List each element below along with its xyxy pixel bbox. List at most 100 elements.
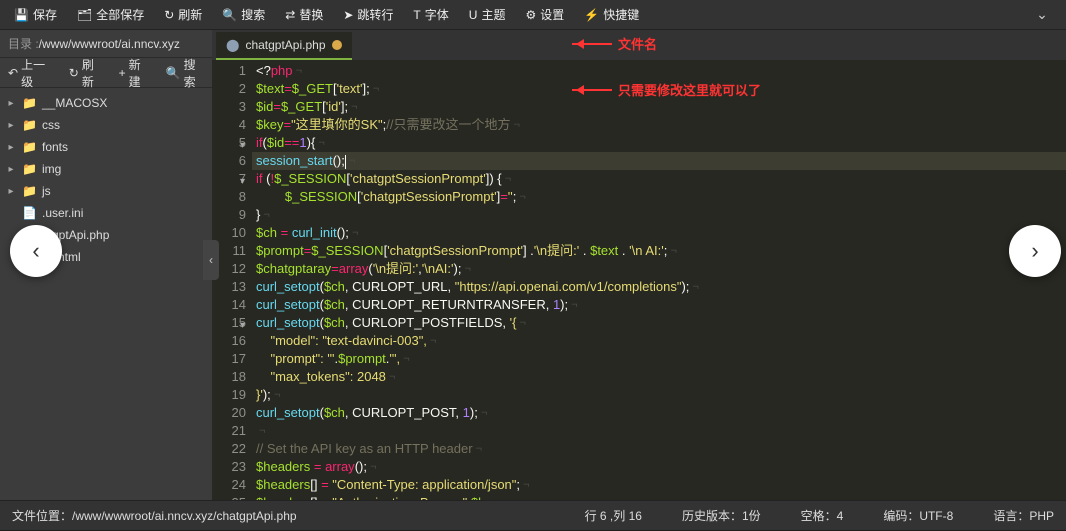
font-button[interactable]: T字体 [403, 0, 458, 30]
code-line[interactable]: $key="这里填你的SK";//只需要改这一个地方 ¬ [252, 116, 1066, 134]
file-item[interactable]: 📄 .user.ini [0, 202, 212, 224]
arrow-left-icon [572, 89, 612, 91]
modified-indicator-icon [332, 40, 342, 50]
save-button[interactable]: 💾保存 [4, 0, 67, 30]
annotation-filename-text: 文件名 [618, 34, 657, 53]
shortcut-button[interactable]: ⚡快捷键 [574, 0, 649, 30]
tree-item-label: img [42, 162, 61, 176]
replace-label: 替换 [299, 6, 323, 23]
search-icon: 🔍 [222, 8, 237, 22]
collapse-toolbar-button[interactable]: ⌄ [1022, 6, 1062, 23]
breadcrumb-label: 目录 : [8, 35, 39, 52]
folder-item[interactable]: ▸📁css [0, 114, 212, 136]
file-icon: 📄 [22, 206, 36, 220]
settings-label: 设置 [540, 6, 564, 23]
code-line[interactable]: session_start(); ¬ [252, 152, 1066, 170]
status-encoding[interactable]: 编码：UTF-8 [883, 507, 953, 524]
folder-item[interactable]: ▸ 📁 __MACOSX [0, 92, 212, 114]
status-path: /www/wwwroot/ai.nncv.xyz/chatgptApi.php [72, 509, 297, 523]
sidebar-toolbar: ↶上一级 ↻刷新 +新建 🔍搜索 [0, 58, 212, 88]
fold-icon[interactable]: ▾ [240, 173, 245, 191]
caret-icon: ▸ [6, 164, 16, 175]
sidebar-search-label: 搜索 [184, 56, 204, 90]
code-line[interactable]: ▾if (!$_SESSION['chatgptSessionPrompt'])… [252, 170, 1066, 188]
tab-chatgptapi[interactable]: ⬤ chatgptApi.php [216, 32, 352, 60]
status-language[interactable]: 语言：PHP [993, 507, 1054, 524]
settings-button[interactable]: ⚙ 设置 [515, 0, 574, 30]
code-line[interactable]: $headers = array(); ¬ [252, 458, 1066, 476]
annotation-modify-here: 只需要修改这里就可以了 [572, 80, 761, 99]
goto-label: 跳转行 [357, 6, 393, 23]
breadcrumb: 目录 : /www/wwwroot/ai.nncv.xyz [0, 30, 212, 58]
code-line[interactable]: ¬ [252, 422, 1066, 440]
plus-icon: + [119, 66, 126, 80]
save-icon: 💾 [14, 8, 29, 22]
code-line[interactable]: curl_setopt($ch, CURLOPT_URL, "https://a… [252, 278, 1066, 296]
annotation-filename: 文件名 [572, 34, 657, 53]
sidebar-search-button[interactable]: 🔍搜索 [158, 58, 212, 88]
code-content[interactable]: <?php ¬$text=$_GET['text']; ¬$id=$_GET['… [252, 60, 1066, 500]
code-line[interactable]: $chatgptaray=array('\n提问:','\nAI:'); ¬ [252, 260, 1066, 278]
search-icon: 🔍 [166, 66, 181, 80]
tree-item-label: __MACOSX [42, 96, 107, 110]
folder-icon: 📁 [22, 96, 36, 110]
shortcut-label: 快捷键 [603, 6, 639, 23]
refresh-icon: ↻ [164, 8, 174, 22]
sidebar-refresh-label: 刷新 [82, 56, 103, 90]
search-button[interactable]: 🔍 搜索 [212, 0, 275, 30]
code-line[interactable]: <?php ¬ [252, 62, 1066, 80]
folder-item[interactable]: ▸📁img [0, 158, 212, 180]
save-all-label: 全部保存 [96, 6, 144, 23]
code-line[interactable]: } ¬ [252, 206, 1066, 224]
up-level-button[interactable]: ↶上一级 [0, 58, 61, 88]
code-line[interactable]: ▾if($id==1){ ¬ [252, 134, 1066, 152]
breadcrumb-path[interactable]: /www/wwwroot/ai.nncv.xyz [39, 37, 180, 51]
code-line[interactable]: "model": "text-davinci-003", ¬ [252, 332, 1066, 350]
status-path-label: 文件位置： [12, 509, 72, 523]
status-indent[interactable]: 空格：4 [801, 507, 844, 524]
folder-item[interactable]: ▸📁fonts [0, 136, 212, 158]
code-line[interactable]: "max_tokens": 2048 ¬ [252, 368, 1066, 386]
fold-icon[interactable]: ▾ [240, 137, 245, 155]
save-all-button[interactable]: 🗂全部保存 [67, 0, 154, 30]
replace-icon: ⇄ [285, 8, 295, 22]
sidebar-refresh-button[interactable]: ↻刷新 [61, 58, 111, 88]
replace-button[interactable]: ⇄ 替换 [275, 0, 333, 30]
status-cursor-pos[interactable]: 行 6 ,列 16 [585, 507, 642, 524]
goto-button[interactable]: ➤ 跳转行 [333, 0, 403, 30]
tab-label: chatgptApi.php [245, 38, 325, 52]
code-line[interactable]: curl_setopt($ch, CURLOPT_RETURNTRANSFER,… [252, 296, 1066, 314]
goto-icon: ➤ [343, 8, 353, 22]
panel-toggle-button[interactable]: ‹ [203, 240, 219, 280]
code-line[interactable]: "prompt": "'.$prompt.'", ¬ [252, 350, 1066, 368]
tree-item-label: .user.ini [42, 206, 83, 220]
fold-icon[interactable]: ▾ [240, 317, 245, 335]
code-line[interactable]: $id=$_GET['id']; ¬ [252, 98, 1066, 116]
search-label: 搜索 [241, 6, 265, 23]
code-line[interactable]: $prompt=$_SESSION['chatgptSessionPrompt'… [252, 242, 1066, 260]
code-area[interactable]: 1 2 3 4 5 6 7 8 9 10 11 12 13 14 15 16 1… [212, 60, 1066, 500]
theme-icon: U [469, 8, 478, 22]
theme-button[interactable]: U主题 [459, 0, 516, 30]
theme-label: 主题 [481, 6, 505, 23]
folder-item[interactable]: ▸📁js [0, 180, 212, 202]
code-line[interactable]: }'); ¬ [252, 386, 1066, 404]
php-file-icon: ⬤ [226, 38, 239, 52]
refresh-icon: ↻ [69, 66, 79, 80]
code-line[interactable]: ▾curl_setopt($ch, CURLOPT_POSTFIELDS, '{… [252, 314, 1066, 332]
caret-icon: ▸ [6, 98, 16, 109]
gear-icon: ⚙ [525, 8, 536, 22]
code-line[interactable]: $ch = curl_init(); ¬ [252, 224, 1066, 242]
up-icon: ↶ [8, 66, 18, 80]
code-line[interactable]: curl_setopt($ch, CURLOPT_POST, 1); ¬ [252, 404, 1066, 422]
code-line[interactable]: $_SESSION['chatgptSessionPrompt']=''; ¬ [252, 188, 1066, 206]
new-button[interactable]: +新建 [111, 58, 158, 88]
code-line[interactable]: $headers[] = "Content-Type: application/… [252, 476, 1066, 494]
refresh-button[interactable]: ↻刷新 [154, 0, 212, 30]
status-history[interactable]: 历史版本：1份 [682, 507, 761, 524]
next-image-button[interactable]: › [1009, 225, 1061, 277]
font-label: 字体 [425, 6, 449, 23]
prev-image-button[interactable]: ‹ [10, 225, 62, 277]
code-line[interactable]: // Set the API key as an HTTP header ¬ [252, 440, 1066, 458]
code-line[interactable]: $headers[] = "Authorization: Bearer ".$k… [252, 494, 1066, 500]
